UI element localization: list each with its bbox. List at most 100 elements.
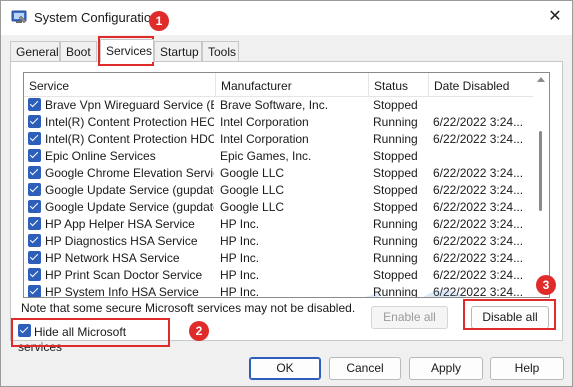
date-disabled-cell: 6/22/2022 3:24...	[433, 268, 524, 282]
table-row[interactable]: Intel(R) Content Protection HDC... Intel…	[24, 131, 534, 148]
services-list[interactable]: Service Manufacturer Status Date Disable…	[23, 72, 550, 298]
column-header-service[interactable]: Service	[24, 73, 216, 97]
table-row[interactable]: HP App Helper HSA Service HP Inc. Runnin…	[24, 216, 534, 233]
service-checkbox[interactable]	[28, 234, 41, 247]
date-disabled-cell: 6/22/2022 3:24...	[433, 115, 524, 129]
close-button[interactable]: ✕	[544, 5, 566, 27]
status-cell: Running	[373, 251, 418, 265]
table-row[interactable]: HP System Info HSA Service HP Inc. Runni…	[24, 284, 534, 298]
ok-button[interactable]: OK	[249, 357, 321, 380]
service-name: Brave Vpn Wireguard Service (B...	[45, 98, 214, 112]
hide-microsoft-services-checkbox[interactable]: Hide all Microsoft services	[18, 324, 168, 354]
window-title: System Configuration	[34, 10, 159, 25]
enable-all-button[interactable]: Enable all	[371, 306, 448, 329]
manufacturer-cell: Google LLC	[220, 200, 285, 214]
help-button[interactable]: Help	[490, 357, 564, 380]
tab-general[interactable]: General	[10, 41, 60, 61]
column-header-status[interactable]: Status	[369, 73, 429, 97]
disable-all-button[interactable]: Disable all	[471, 306, 549, 329]
scrollbar-thumb[interactable]	[539, 131, 542, 211]
status-cell: Stopped	[373, 268, 418, 282]
manufacturer-cell: HP Inc.	[220, 234, 260, 248]
date-disabled-cell	[433, 148, 533, 165]
manufacturer-cell: HP Inc.	[220, 268, 260, 282]
service-checkbox[interactable]	[28, 251, 41, 264]
table-row[interactable]: Google Update Service (gupdatem) Google …	[24, 199, 534, 216]
table-row[interactable]: Google Chrome Elevation Servic... Google…	[24, 165, 534, 182]
step-badge-3: 3	[536, 275, 556, 295]
date-disabled-cell: 6/22/2022 3:24...	[433, 217, 524, 231]
title-bar: System Configuration ✕	[1, 1, 572, 35]
service-checkbox[interactable]	[28, 285, 41, 297]
service-name: HP Network HSA Service	[45, 251, 180, 265]
service-checkbox[interactable]	[28, 217, 41, 230]
vertical-scrollbar[interactable]	[533, 73, 549, 297]
service-checkbox[interactable]	[28, 183, 41, 196]
service-checkbox[interactable]	[28, 115, 41, 128]
msconfig-icon	[11, 10, 27, 24]
table-row[interactable]: Google Update Service (gupdate) Google L…	[24, 182, 534, 199]
date-disabled-cell: 6/22/2022 3:24...	[433, 285, 524, 298]
status-cell: Stopped	[373, 149, 418, 163]
status-cell: Running	[373, 285, 418, 298]
manufacturer-cell: HP Inc.	[220, 251, 260, 265]
manufacturer-cell: Intel Corporation	[220, 132, 309, 146]
hide-ms-label: Hide all Microsoft services	[18, 324, 127, 354]
status-cell: Running	[373, 234, 418, 248]
scroll-up-arrow-icon[interactable]	[537, 77, 545, 82]
status-cell: Running	[373, 132, 418, 146]
column-header-date-disabled[interactable]: Date Disabled	[429, 73, 534, 97]
service-name: Google Update Service (gupdatem)	[45, 200, 214, 214]
service-name: HP Diagnostics HSA Service	[45, 234, 198, 248]
list-header: Service Manufacturer Status Date Disable…	[24, 73, 534, 97]
service-name: HP App Helper HSA Service	[45, 217, 195, 231]
service-name: Intel(R) Content Protection HDC...	[45, 132, 214, 146]
service-name: HP Print Scan Doctor Service	[45, 268, 203, 282]
date-disabled-cell: 6/22/2022 3:24...	[433, 166, 524, 180]
step-badge-2: 2	[189, 321, 209, 341]
manufacturer-cell: HP Inc.	[220, 217, 260, 231]
status-cell: Running	[373, 115, 418, 129]
service-checkbox[interactable]	[28, 132, 41, 145]
manufacturer-cell: Epic Games, Inc.	[220, 149, 312, 163]
status-cell: Stopped	[373, 183, 418, 197]
services-panel: Service Manufacturer Status Date Disable…	[10, 61, 563, 341]
step-badge-1: 1	[149, 11, 169, 31]
date-disabled-cell: 6/22/2022 3:24...	[433, 183, 524, 197]
service-checkbox[interactable]	[28, 166, 41, 179]
service-name: Google Update Service (gupdate)	[45, 183, 214, 197]
secure-services-note: Note that some secure Microsoft services…	[21, 301, 356, 315]
table-row[interactable]: HP Print Scan Doctor Service HP Inc. Sto…	[24, 267, 534, 284]
column-header-manufacturer[interactable]: Manufacturer	[216, 73, 369, 97]
hide-ms-checkbox-box[interactable]	[18, 324, 31, 337]
service-checkbox[interactable]	[28, 149, 41, 162]
tab-boot[interactable]: Boot	[60, 41, 97, 61]
tab-services[interactable]: Services	[100, 39, 154, 62]
cancel-button[interactable]: Cancel	[329, 357, 401, 380]
status-cell: Stopped	[373, 200, 418, 214]
date-disabled-cell: 6/22/2022 3:24...	[433, 234, 524, 248]
service-checkbox[interactable]	[28, 98, 41, 111]
table-row[interactable]: Epic Online Services Epic Games, Inc. St…	[24, 148, 534, 165]
service-checkbox[interactable]	[28, 200, 41, 213]
service-checkbox[interactable]	[28, 268, 41, 281]
tab-startup[interactable]: Startup	[154, 41, 202, 61]
tab-tools[interactable]: Tools	[202, 41, 239, 61]
status-cell: Stopped	[373, 166, 418, 180]
manufacturer-cell: Intel Corporation	[220, 115, 309, 129]
status-cell: Running	[373, 217, 418, 231]
date-disabled-cell: 6/22/2022 3:24...	[433, 251, 524, 265]
service-name: HP System Info HSA Service	[45, 285, 199, 298]
table-row[interactable]: Intel(R) Content Protection HEC... Intel…	[24, 114, 534, 131]
date-disabled-cell	[433, 97, 533, 114]
apply-button[interactable]: Apply	[409, 357, 483, 380]
manufacturer-cell: Google LLC	[220, 183, 285, 197]
table-row[interactable]: Brave Vpn Wireguard Service (B... Brave …	[24, 97, 534, 114]
table-row[interactable]: HP Diagnostics HSA Service HP Inc. Runni…	[24, 233, 534, 250]
service-name: Intel(R) Content Protection HEC...	[45, 115, 214, 129]
date-disabled-cell: 6/22/2022 3:24...	[433, 200, 524, 214]
manufacturer-cell: Brave Software, Inc.	[220, 98, 329, 112]
status-cell: Stopped	[373, 98, 418, 112]
close-icon: ✕	[548, 8, 562, 25]
table-row[interactable]: HP Network HSA Service HP Inc. Running 6…	[24, 250, 534, 267]
